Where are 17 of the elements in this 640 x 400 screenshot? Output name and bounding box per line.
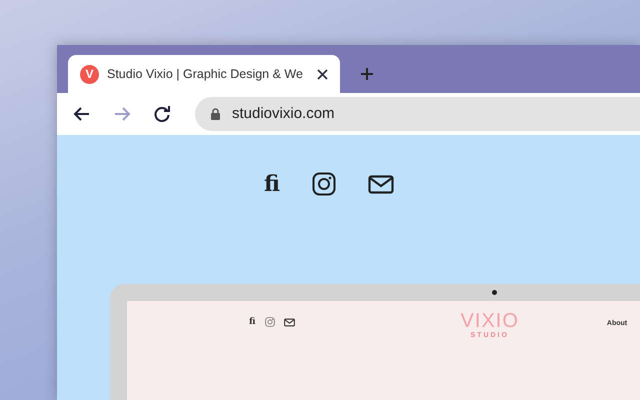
back-icon <box>73 105 91 123</box>
mail-icon[interactable] <box>284 318 295 326</box>
address-bar[interactable]: studiovixio.com <box>195 97 640 131</box>
forward-icon <box>113 105 131 123</box>
reload-icon <box>153 105 171 123</box>
logo-link[interactable]: fi <box>249 317 256 327</box>
logo-link[interactable]: fi <box>264 172 280 196</box>
favicon-icon: V <box>80 64 99 84</box>
mail-icon[interactable] <box>368 174 394 194</box>
instagram-icon[interactable] <box>312 172 336 196</box>
plus-icon <box>360 67 374 81</box>
logo-text: VIXIO <box>460 311 519 331</box>
browser-tab[interactable]: V Studio Vixio | Graphic Design & We <box>68 55 340 93</box>
close-icon[interactable] <box>317 68 328 80</box>
lock-icon <box>211 108 220 120</box>
tab-title: Studio Vixio | Graphic Design & We <box>107 66 304 83</box>
camera-icon <box>492 290 497 295</box>
